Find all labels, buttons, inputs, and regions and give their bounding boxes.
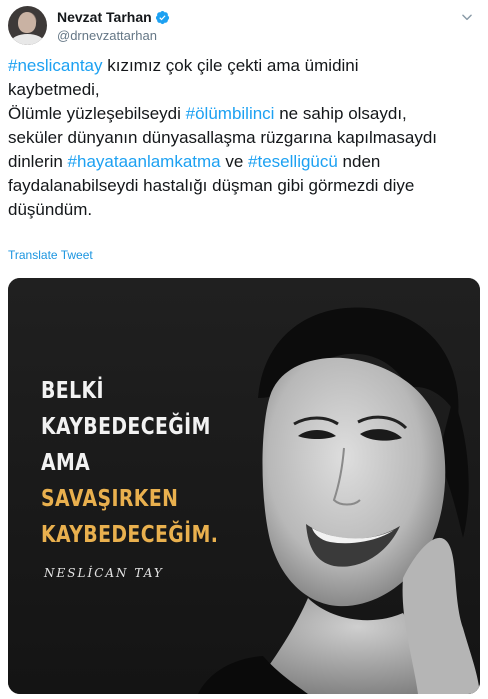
tweet-line-1: #neslicantay kızımız çok çile çekti ama … [8,54,480,78]
tweet-line-4: seküler dünyanın dünyasallaşma rüzgarına… [8,128,438,147]
verified-badge-icon [155,10,170,25]
tweet-text-segment: kızımız çok çile çekti ama ümidini [102,56,359,75]
tweet-line-7: düşündüm. [8,200,93,219]
tweet-line-2: kaybetmedi, [8,80,100,99]
tweet-line-6: faydalanabilseydi hastalığı düşman gibi … [8,176,415,195]
hashtag-link[interactable]: #ölümbilinci [186,104,275,123]
author-display-name[interactable]: Nevzat Tarhan [57,9,152,25]
quote-text: BELKİ KAYBEDECEĞİM AMA SAVAŞIRKEN KAYBED… [41,373,218,553]
hashtag-link[interactable]: #neslicantay [8,56,103,75]
tweet-line-3: Ölümle yüzleşebilseydi #ölümbilinci ne s… [8,102,480,126]
quote-line-5: KAYBEDECEĞİM. [41,522,219,548]
tweet-text-segment: ne sahip olsaydı, [274,104,407,123]
tweet-text-segment: Ölümle yüzleşebilseydi [8,104,186,123]
quote-line-3: AMA [41,450,91,476]
tweet: Nevzat Tarhan @drnevzattarhan #neslicant… [0,0,488,699]
quote-line-1: BELKİ [41,378,104,404]
avatar[interactable] [8,6,47,45]
author-handle[interactable]: @drnevzattarhan [57,28,157,43]
quote-line-4: SAVAŞIRKEN [41,486,179,512]
quote-signature: NESLİCAN TAY [44,566,164,580]
tweet-text-segment: nden [337,152,381,171]
tweet-line-5: dinlerin #hayataanlamkatma ve #teselligü… [8,150,480,174]
quote-line-2: KAYBEDECEĞİM [41,414,211,440]
tweet-header: Nevzat Tarhan @drnevzattarhan [8,6,480,50]
tweet-media-image[interactable]: BELKİ KAYBEDECEĞİM AMA SAVAŞIRKEN KAYBED… [8,278,480,694]
hashtag-link[interactable]: #teselligücü [248,152,338,171]
chevron-down-icon[interactable] [458,8,476,26]
author-name-row[interactable]: Nevzat Tarhan [57,9,170,25]
tweet-text-segment: ve [220,152,249,171]
tweet-text: #neslicantay kızımız çok çile çekti ama … [8,54,480,222]
hashtag-link[interactable]: #hayataanlamkatma [68,152,221,171]
translate-tweet-link[interactable]: Translate Tweet [8,248,93,262]
tweet-text-segment: dinlerin [8,152,68,171]
